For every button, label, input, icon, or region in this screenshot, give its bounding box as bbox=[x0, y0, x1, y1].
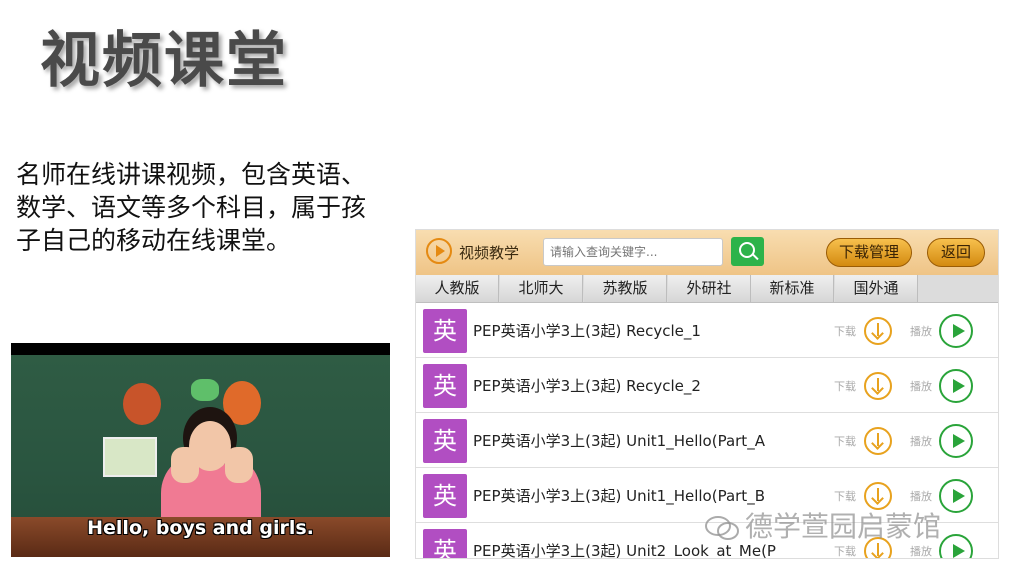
subject-badge: 英 bbox=[423, 309, 467, 353]
subject-badge: 英 bbox=[423, 419, 467, 463]
play-label: 播放 bbox=[910, 325, 932, 338]
download-label: 下载 bbox=[834, 490, 856, 503]
play-icon[interactable] bbox=[939, 534, 973, 558]
play-icon[interactable] bbox=[939, 424, 973, 458]
tab-renjiaoban[interactable]: 人教版 bbox=[416, 275, 499, 302]
tab-waiyanshe[interactable]: 外研社 bbox=[668, 275, 751, 302]
video-still[interactable]: Hello, boys and girls. bbox=[11, 343, 390, 557]
list-item-title: PEP英语小学3上(3起) Unit1_Hello(Part_A bbox=[473, 432, 765, 450]
search-input[interactable] bbox=[543, 238, 723, 266]
tab-sujiaoban[interactable]: 苏教版 bbox=[584, 275, 667, 302]
slide-description: 名师在线讲课视频，包含英语、数学、语文等多个科目，属于孩子自己的移动在线课堂。 bbox=[16, 160, 367, 255]
slide-title: 视频课堂 bbox=[40, 26, 288, 96]
list-item[interactable]: 英 PEP英语小学3上(3起) Recycle_2 下载 播放 bbox=[416, 358, 998, 413]
list-item[interactable]: 英 PEP英语小学3上(3起) Recycle_1 下载 播放 bbox=[416, 303, 998, 358]
search-button[interactable] bbox=[731, 237, 764, 266]
tab-beishida[interactable]: 北师大 bbox=[500, 275, 583, 302]
download-icon[interactable] bbox=[864, 317, 892, 345]
download-label: 下载 bbox=[834, 435, 856, 448]
cartoon-bear-icon bbox=[123, 383, 161, 425]
play-icon[interactable] bbox=[939, 479, 973, 513]
download-icon[interactable] bbox=[864, 372, 892, 400]
download-label: 下载 bbox=[834, 380, 856, 393]
download-label: 下载 bbox=[834, 545, 856, 558]
download-label: 下载 bbox=[834, 325, 856, 338]
watermark: 德学萱园启蒙馆 bbox=[705, 505, 941, 545]
download-manager-button[interactable]: 下载管理 bbox=[826, 238, 912, 267]
wechat-icon bbox=[705, 516, 739, 540]
tab-guowaitong[interactable]: 国外通 bbox=[835, 275, 918, 302]
play-label: 播放 bbox=[910, 435, 932, 448]
download-icon[interactable] bbox=[864, 427, 892, 455]
subject-badge: 英 bbox=[423, 364, 467, 408]
search-icon bbox=[739, 242, 755, 258]
play-label: 播放 bbox=[910, 380, 932, 393]
watermark-text: 德学萱园启蒙馆 bbox=[745, 510, 942, 543]
list-item[interactable]: 英 PEP英语小学3上(3起) Unit1_Hello(Part_A 下载 播放 bbox=[416, 413, 998, 468]
play-icon[interactable] bbox=[939, 369, 973, 403]
tab-xinbiaozhun[interactable]: 新标准 bbox=[751, 275, 834, 302]
video-subtitle: Hello, boys and girls. bbox=[87, 517, 314, 539]
picture-card bbox=[103, 437, 157, 477]
app-topbar: 视频教学 下载管理 返回 bbox=[416, 230, 998, 275]
subject-badge: 英 bbox=[423, 529, 467, 558]
play-label: 播放 bbox=[910, 545, 932, 558]
right-hand bbox=[225, 447, 253, 483]
left-hand bbox=[171, 447, 199, 483]
list-item-title: PEP英语小学3上(3起) Recycle_2 bbox=[473, 377, 701, 395]
back-button[interactable]: 返回 bbox=[927, 238, 985, 267]
play-icon[interactable] bbox=[939, 314, 973, 348]
list-item-title: PEP英语小学3上(3起) Recycle_1 bbox=[473, 322, 701, 340]
play-logo-icon bbox=[426, 238, 452, 264]
play-label: 播放 bbox=[910, 490, 932, 503]
speech-bubble-icon bbox=[191, 379, 219, 401]
app-title: 视频教学 bbox=[459, 244, 520, 262]
cartoon-squirrel-icon bbox=[223, 381, 261, 425]
tab-bar: 人教版 北师大 苏教版 外研社 新标准 国外通 bbox=[416, 275, 998, 303]
list-item-title: PEP英语小学3上(3起) Unit1_Hello(Part_B bbox=[473, 487, 765, 505]
subject-badge: 英 bbox=[423, 474, 467, 518]
